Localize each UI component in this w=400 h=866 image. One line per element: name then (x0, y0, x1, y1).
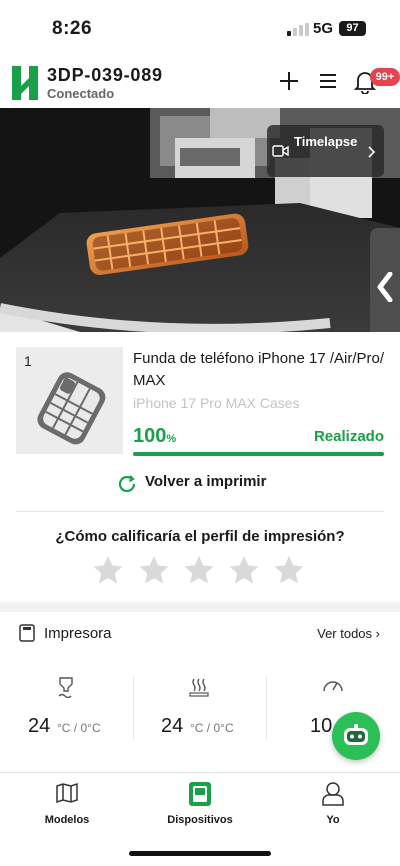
bed-temp-value: 24 (161, 715, 184, 737)
nozzle-temp: 24 °C / 0°C (0, 676, 133, 740)
bed-temp-unit: °C / 0°C (190, 721, 234, 735)
menu-icon[interactable] (318, 72, 338, 90)
speed-gauge-icon (323, 681, 343, 692)
tab-devices[interactable]: Dispositivos (140, 781, 260, 831)
chevron-left-icon (377, 272, 393, 302)
reprint-label: Volver a imprimir (145, 473, 267, 490)
model-thumbnail[interactable]: 1 (16, 347, 123, 454)
model-preview-image (37, 372, 106, 445)
tab-profile[interactable]: Yo (273, 781, 393, 831)
section-gap (0, 602, 400, 612)
progress-bar (133, 452, 384, 456)
tab-profile-label: Yo (326, 814, 340, 826)
star-icon[interactable] (183, 554, 215, 586)
print-job-card: 1 Funda de teléfono iPhone 17 /Air/Pro/M… (0, 332, 400, 602)
nozzle-temp-icon (58, 677, 73, 698)
signal-icon (287, 23, 309, 36)
device-name: 3DP-039-089 (47, 65, 163, 85)
progress-bar-fill (133, 452, 384, 456)
plus-icon[interactable] (278, 70, 300, 92)
brand-logo (12, 66, 38, 100)
bed-temp-icon (189, 678, 209, 697)
status-bar: 8:26 5G 97 (0, 0, 400, 58)
bot-icon (344, 724, 368, 745)
camera-icon (272, 145, 289, 157)
tab-models[interactable]: Modelos (7, 781, 127, 831)
star-icon[interactable] (273, 554, 305, 586)
star-icon[interactable] (228, 554, 260, 586)
rating-question: ¿Cómo calificaría el perfil de impresión… (55, 528, 345, 545)
status-time: 8:26 (52, 18, 93, 39)
timelapse-button[interactable]: Timelapse (267, 125, 384, 177)
star-icon[interactable] (138, 554, 170, 586)
printer-section-title: Impresora (44, 625, 112, 642)
star-icon[interactable] (92, 554, 124, 586)
chevron-right-icon (368, 146, 375, 158)
profile-icon (322, 782, 344, 806)
job-status: Realizado (313, 428, 384, 445)
side-panel-handle[interactable] (370, 228, 400, 346)
nozzle-temp-unit: °C / 0°C (57, 721, 101, 735)
assistant-bot-button[interactable] (332, 712, 380, 760)
see-all-link[interactable]: Ver todos › (317, 626, 380, 641)
rating-stars (92, 554, 312, 586)
job-title: Funda de teléfono iPhone 17 /Air/Pro/MAX (133, 350, 385, 389)
timelapse-label: Timelapse (294, 134, 358, 149)
job-subtitle: iPhone 17 Pro MAX Cases (133, 395, 300, 411)
camera-feed[interactable]: Timelapse (0, 108, 400, 332)
tab-models-label: Modelos (44, 814, 90, 826)
network-type: 5G (313, 20, 334, 37)
progress-percent: 100% (133, 425, 177, 447)
nozzle-temp-value: 24 (28, 715, 51, 737)
speed-value: 10 (310, 715, 333, 737)
tab-bar: Modelos Dispositivos Yo (0, 772, 400, 866)
divider (16, 511, 384, 512)
battery-icon: 97 (339, 21, 366, 36)
devices-icon (189, 782, 211, 806)
refresh-icon (118, 475, 136, 493)
notification-badge: 99+ (370, 68, 400, 86)
bed-temp: 24 °C / 0°C (133, 676, 266, 740)
header: 3DP-039-089 Conectado 99+ (0, 58, 400, 108)
printer-icon (19, 624, 35, 642)
tab-devices-label: Dispositivos (167, 814, 233, 826)
models-icon (56, 782, 78, 804)
home-indicator (129, 851, 271, 856)
connection-status: Conectado (47, 86, 115, 101)
